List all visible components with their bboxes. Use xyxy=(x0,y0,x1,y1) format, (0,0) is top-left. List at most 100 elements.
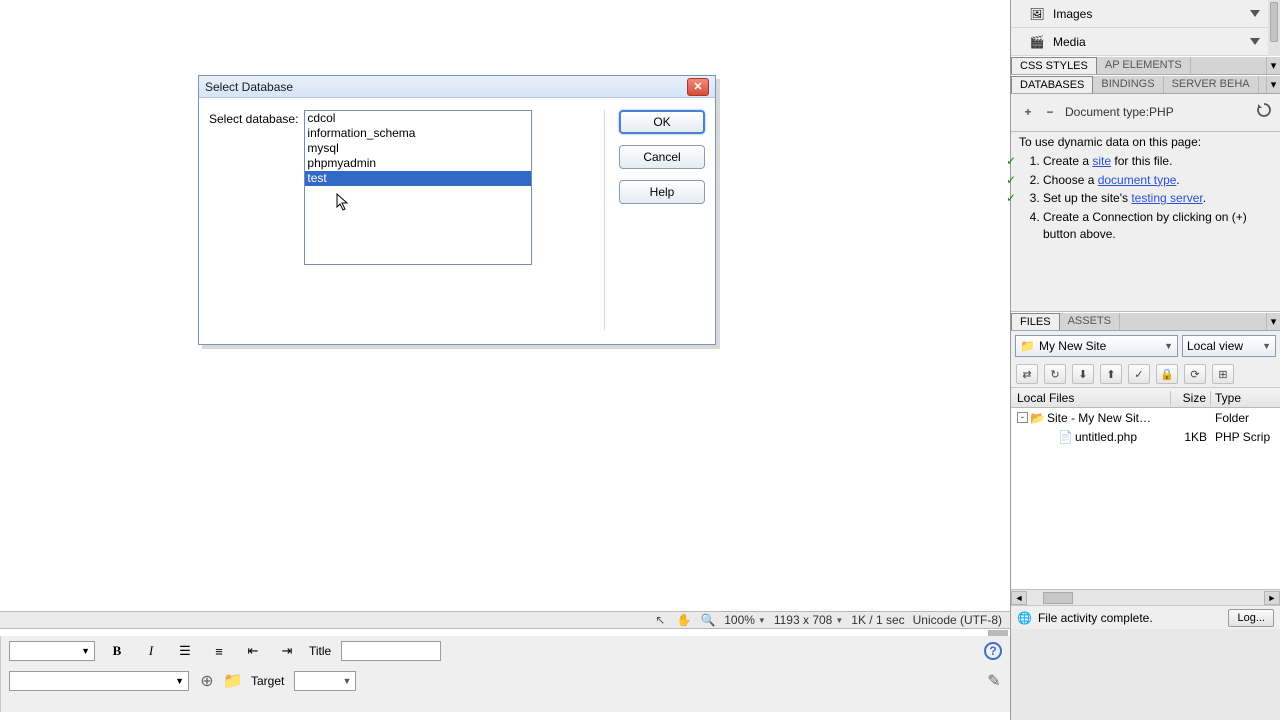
ul-button[interactable]: ☰ xyxy=(173,641,197,661)
format-select[interactable]: ▼ xyxy=(9,641,95,661)
dialog-separator xyxy=(604,110,605,330)
dialog-titlebar: Select Database ✕ xyxy=(199,76,715,98)
help-link[interactable]: site xyxy=(1092,154,1111,168)
tab-databases[interactable]: DATABASES xyxy=(1011,76,1093,93)
databases-help-text: To use dynamic data on this page: Create… xyxy=(1011,132,1280,252)
expand-button[interactable]: ⊞ xyxy=(1212,364,1234,384)
help-icon[interactable]: ? xyxy=(984,642,1002,660)
chevron-down-icon: ▼ xyxy=(1164,341,1173,351)
chevron-down-icon xyxy=(1250,10,1260,17)
database-item[interactable]: information_schema xyxy=(305,126,531,141)
indent-button[interactable]: ⇥ xyxy=(275,641,299,661)
files-col-type[interactable]: Type xyxy=(1211,391,1280,405)
add-connection-button[interactable]: + xyxy=(1021,105,1035,119)
properties-panel: ▼ B I ☰ ≡ ⇤ ⇥ Title ? ▼ ⊕ 📁 Target ▼ ✎ xyxy=(0,636,1010,712)
tab-css-styles[interactable]: CSS STYLES xyxy=(1011,57,1097,74)
check-icon: ✓ xyxy=(1005,190,1017,207)
files-panel: 📁 My New Site ▼ Local view ▼ ⇄ ↻ ⬇ ⬆ ✓ 🔒… xyxy=(1011,331,1280,629)
tab-assets[interactable]: ASSETS xyxy=(1060,313,1120,330)
file-tree-row[interactable]: 📄untitled.php1KBPHP Scrip xyxy=(1011,427,1280,446)
files-status-text: File activity complete. xyxy=(1038,611,1153,625)
perf-label: 1K / 1 sec xyxy=(851,613,904,627)
databases-panel: + − Document type:PHP xyxy=(1011,94,1280,132)
title-label: Title xyxy=(309,644,331,658)
target-icon[interactable]: ⊕ xyxy=(199,673,215,689)
databases-panel-tabs: DATABASESBINDINGSSERVER BEHA ▾ xyxy=(1011,75,1280,94)
checkin-button[interactable]: 🔒 xyxy=(1156,364,1178,384)
close-icon[interactable]: ✕ xyxy=(687,78,709,96)
put-button[interactable]: ⬆ xyxy=(1100,364,1122,384)
panel-menu-icon[interactable]: ▾ xyxy=(1266,57,1280,74)
tree-expander[interactable]: - xyxy=(1017,412,1028,423)
check-icon: ✓ xyxy=(1005,172,1017,189)
connect-button[interactable]: ⇄ xyxy=(1016,364,1038,384)
zoom-combo[interactable]: 100%▼ xyxy=(724,613,766,627)
hand-tool-icon[interactable]: ✋ xyxy=(676,613,692,627)
help-link[interactable]: testing server xyxy=(1131,191,1202,205)
style-select[interactable]: ▼ xyxy=(9,671,189,691)
database-listbox[interactable]: cdcolinformation_schemamysqlphpmyadminte… xyxy=(304,110,532,265)
db-help-step: Create a site for this file.✓ xyxy=(1043,153,1274,170)
file-tree-row[interactable]: -📂Site - My New Sit…Folder xyxy=(1011,408,1280,427)
files-tree[interactable]: -📂Site - My New Sit…Folder📄untitled.php1… xyxy=(1011,408,1280,589)
select-database-dialog: Select Database ✕ Select database: cdcol… xyxy=(198,75,716,345)
media-icon: 🎬 xyxy=(1029,34,1045,50)
help-button[interactable]: Help xyxy=(619,180,705,204)
dialog-title-text: Select Database xyxy=(205,80,293,94)
files-col-size[interactable]: Size xyxy=(1171,391,1211,405)
files-col-name[interactable]: Local Files xyxy=(1011,391,1171,405)
view-combo[interactable]: Local view ▼ xyxy=(1182,335,1276,357)
database-item[interactable]: test xyxy=(305,171,531,186)
zoom-tool-icon[interactable]: 🔍 xyxy=(700,613,716,627)
ok-button[interactable]: OK xyxy=(619,110,705,134)
files-hscroll[interactable]: ◄ ► xyxy=(1011,589,1280,605)
asset-category-row[interactable]: 🖼Images xyxy=(1011,0,1268,28)
scroll-left-icon[interactable]: ◄ xyxy=(1011,591,1027,605)
tab-ap-elements[interactable]: AP ELEMENTS xyxy=(1097,57,1191,74)
quick-tag-icon[interactable]: ✎ xyxy=(986,673,1002,689)
target-combo[interactable]: ▼ xyxy=(294,671,356,691)
db-help-step: Create a Connection by clicking on (+) b… xyxy=(1043,209,1274,244)
right-panel-column: 🖼Images🎬Media CSS STYLESAP ELEMENTS ▾ DAT… xyxy=(1010,0,1280,720)
document-status-bar: ↖ ✋ 🔍 100%▼ 1193 x 708▼ 1K / 1 sec Unico… xyxy=(0,611,1010,629)
db-help-step: Choose a document type.✓ xyxy=(1043,172,1274,189)
database-item[interactable]: mysql xyxy=(305,141,531,156)
checkout-button[interactable]: ✓ xyxy=(1128,364,1150,384)
chevron-down-icon: ▼ xyxy=(1262,341,1271,351)
panel-menu-icon[interactable]: ▾ xyxy=(1266,313,1280,330)
bold-button[interactable]: B xyxy=(105,641,129,661)
help-link[interactable]: document type xyxy=(1098,173,1177,187)
scroll-right-icon[interactable]: ► xyxy=(1264,591,1280,605)
remove-connection-button[interactable]: − xyxy=(1043,105,1057,119)
tab-bindings[interactable]: BINDINGS xyxy=(1093,76,1163,93)
ol-button[interactable]: ≡ xyxy=(207,641,231,661)
folder-icon: 📁 xyxy=(1020,339,1035,353)
properties-collapse-icon[interactable] xyxy=(988,630,1008,636)
refresh-icon[interactable] xyxy=(1256,102,1272,121)
db-help-intro: To use dynamic data on this page: xyxy=(1019,134,1274,151)
images-icon: 🖼 xyxy=(1029,6,1045,22)
tab-files[interactable]: FILES xyxy=(1011,313,1060,330)
pointer-tool-icon[interactable]: ↖ xyxy=(652,613,668,627)
sync-button[interactable]: ⟳ xyxy=(1184,364,1206,384)
document-type-label: Document type:PHP xyxy=(1065,105,1174,119)
asset-category-row[interactable]: 🎬Media xyxy=(1011,28,1268,56)
log-button[interactable]: Log... xyxy=(1228,609,1274,627)
cancel-button[interactable]: Cancel xyxy=(619,145,705,169)
select-database-label: Select database: xyxy=(209,110,298,332)
database-item[interactable]: cdcol xyxy=(305,111,531,126)
outdent-button[interactable]: ⇤ xyxy=(241,641,265,661)
tab-server-beha[interactable]: SERVER BEHA xyxy=(1164,76,1259,93)
activity-icon: 🌐 xyxy=(1017,611,1032,625)
dimensions-combo[interactable]: 1193 x 708▼ xyxy=(774,613,843,627)
db-help-step: Set up the site's testing server.✓ xyxy=(1043,190,1274,207)
browse-icon[interactable]: 📁 xyxy=(225,673,241,689)
database-item[interactable]: phpmyadmin xyxy=(305,156,531,171)
italic-button[interactable]: I xyxy=(139,641,163,661)
refresh-button[interactable]: ↻ xyxy=(1044,364,1066,384)
title-input[interactable] xyxy=(341,641,441,661)
get-button[interactable]: ⬇ xyxy=(1072,364,1094,384)
assets-scrollbar[interactable] xyxy=(1268,0,1280,56)
panel-menu-icon[interactable]: ▾ xyxy=(1266,76,1280,93)
site-combo[interactable]: 📁 My New Site ▼ xyxy=(1015,335,1178,357)
